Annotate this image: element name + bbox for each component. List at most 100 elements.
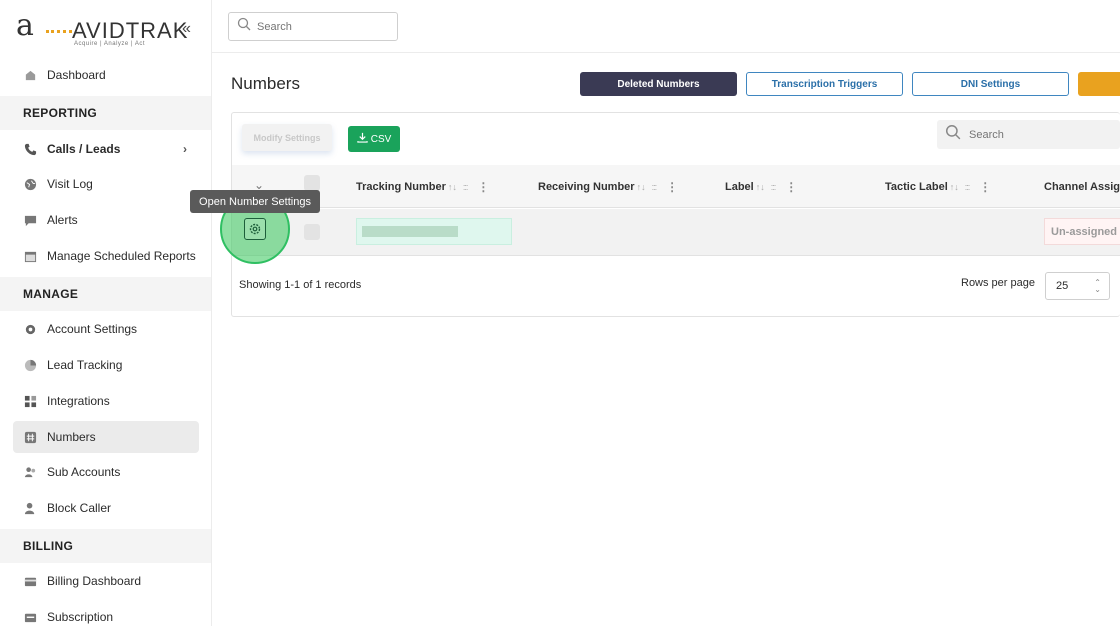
rows-per-page-value: 25 — [1056, 280, 1069, 292]
sidebar-item-label: Visit Log — [47, 177, 93, 191]
add-number-button[interactable] — [1078, 72, 1120, 96]
row-checkbox[interactable] — [304, 224, 320, 240]
table-search[interactable] — [937, 120, 1120, 149]
column-menu-icon[interactable]: ⋮ — [979, 180, 991, 194]
section-manage: MANAGE — [0, 277, 211, 311]
pie-chart-icon — [23, 358, 37, 372]
column-label: Label — [725, 180, 754, 193]
settings-icon — [244, 218, 266, 240]
credit-card-icon — [23, 574, 37, 588]
select-all-checkbox[interactable] — [304, 175, 320, 191]
records-summary: Showing 1-1 of 1 records — [239, 279, 362, 291]
column-tactic-label[interactable]: Tactic Label ↑↓::: ⋮ — [885, 165, 991, 208]
column-menu-icon[interactable]: ⋮ — [785, 180, 797, 194]
logo[interactable]: a AVIDTRAK Acquire | Analyze | Act — [16, 8, 187, 50]
chevron-right-icon: › — [183, 142, 187, 156]
tracking-number-cell[interactable] — [356, 218, 512, 245]
gear-icon — [23, 322, 37, 336]
drag-icon[interactable]: ::: — [463, 182, 468, 192]
transcription-triggers-button[interactable]: Transcription Triggers — [746, 72, 903, 96]
drag-icon[interactable]: ::: — [652, 182, 657, 192]
channel-unassigned-badge[interactable]: Un-assigned — [1044, 218, 1120, 245]
sort-icon[interactable]: ↑↓ — [756, 182, 765, 192]
sort-icon[interactable]: ↑↓ — [637, 182, 646, 192]
phone-icon — [23, 142, 37, 156]
search-icon — [237, 17, 251, 36]
column-tracking-number[interactable]: Tracking Number ↑↓::: ⋮ — [356, 165, 489, 208]
column-menu-icon[interactable]: ⋮ — [477, 180, 489, 194]
sort-icon[interactable]: ↑↓ — [448, 182, 457, 192]
drag-icon[interactable]: ::: — [965, 182, 970, 192]
sidebar-item-block-caller[interactable]: Block Caller — [13, 492, 199, 524]
table-search-input[interactable] — [969, 128, 1109, 141]
download-icon — [357, 132, 368, 146]
rows-per-page-label: Rows per page — [961, 277, 1035, 289]
sidebar-item-lead-tracking[interactable]: Lead Tracking — [13, 349, 199, 381]
logo-tagline: Acquire | Analyze | Act — [74, 41, 145, 47]
sidebar-item-scheduled-reports[interactable]: Manage Scheduled Reports — [13, 240, 199, 272]
users-icon — [23, 465, 37, 479]
column-channel-assignment[interactable]: Channel Assig — [1044, 165, 1120, 208]
dni-settings-button[interactable]: DNI Settings — [912, 72, 1069, 96]
sidebar-item-integrations[interactable]: Integrations — [13, 385, 199, 417]
tooltip: Open Number Settings — [190, 190, 320, 213]
sidebar: a AVIDTRAK Acquire | Analyze | Act « Das… — [0, 0, 212, 626]
hash-icon — [23, 430, 37, 444]
sidebar-item-sub-accounts[interactable]: Sub Accounts — [13, 456, 199, 488]
calendar-icon — [23, 249, 37, 263]
sidebar-item-label: Lead Tracking — [47, 358, 123, 372]
column-receiving-number[interactable]: Receiving Number ↑↓::: ⋮ — [538, 165, 678, 208]
column-label: Tracking Number — [356, 180, 446, 193]
grid-icon — [23, 394, 37, 408]
sidebar-item-calls-leads[interactable]: Calls / Leads › — [13, 133, 199, 165]
sidebar-item-label: Subscription — [47, 610, 114, 624]
column-label: Channel Assig — [1044, 180, 1120, 193]
column-label: Receiving Number — [538, 180, 635, 193]
sidebar-item-alerts[interactable]: Alerts — [13, 204, 199, 236]
sidebar-item-label: Manage Scheduled Reports — [47, 249, 196, 263]
sidebar-item-dashboard[interactable]: Dashboard — [13, 59, 199, 91]
sidebar-item-subscription[interactable]: Subscription — [13, 601, 199, 633]
csv-label: CSV — [370, 133, 392, 145]
sidebar-item-label: Alerts — [47, 213, 78, 227]
sidebar-item-label: Calls / Leads — [47, 142, 121, 156]
topbar — [212, 0, 1120, 53]
sidebar-item-label: Numbers — [47, 430, 96, 444]
sidebar-item-numbers[interactable]: Numbers — [13, 421, 199, 453]
search-input[interactable] — [257, 20, 387, 33]
logo-mark: a — [16, 8, 34, 43]
home-icon — [23, 68, 37, 82]
sidebar-item-label: Sub Accounts — [47, 465, 121, 479]
sidebar-item-label: Integrations — [47, 394, 110, 408]
column-menu-icon[interactable]: ⋮ — [666, 180, 678, 194]
user-block-icon — [23, 501, 37, 515]
select-arrows-icon: ⌃ ⌄ — [1094, 278, 1101, 294]
column-label[interactable]: Label ↑↓::: ⋮ — [725, 165, 797, 208]
redacted-number — [362, 226, 458, 237]
global-search[interactable] — [228, 12, 398, 41]
sidebar-item-account-settings[interactable]: Account Settings — [13, 313, 199, 345]
drag-icon[interactable]: ::: — [771, 182, 776, 192]
deleted-numbers-button[interactable]: Deleted Numbers — [580, 72, 737, 96]
section-billing: BILLING — [0, 529, 211, 563]
column-label: Tactic Label — [885, 180, 948, 193]
sort-icon[interactable]: ↑↓ — [950, 182, 959, 192]
subscription-icon — [23, 610, 37, 624]
sidebar-item-label: Billing Dashboard — [47, 574, 142, 588]
rows-per-page-select[interactable]: 25 ⌃ ⌄ — [1045, 272, 1110, 300]
table-header: ⌄ Tracking Number ↑↓::: ⋮ Receiving Number… — [232, 165, 1120, 208]
sidebar-item-visit-log[interactable]: Visit Log — [13, 168, 199, 200]
csv-export-button[interactable]: CSV — [348, 126, 400, 152]
logo-dots — [46, 30, 72, 33]
search-icon — [945, 124, 961, 145]
sidebar-item-label: Block Caller — [47, 501, 112, 515]
sidebar-item-label: Dashboard — [47, 68, 106, 82]
modify-settings-button[interactable]: Modify Settings — [242, 124, 332, 151]
chat-icon — [23, 213, 37, 227]
globe-icon — [23, 177, 37, 191]
sidebar-item-label: Account Settings — [47, 322, 138, 336]
section-reporting: REPORTING — [0, 96, 211, 130]
double-chevron-left-icon[interactable]: « — [182, 20, 191, 38]
sidebar-item-billing-dashboard[interactable]: Billing Dashboard — [13, 565, 199, 597]
page-title: Numbers — [231, 74, 300, 93]
